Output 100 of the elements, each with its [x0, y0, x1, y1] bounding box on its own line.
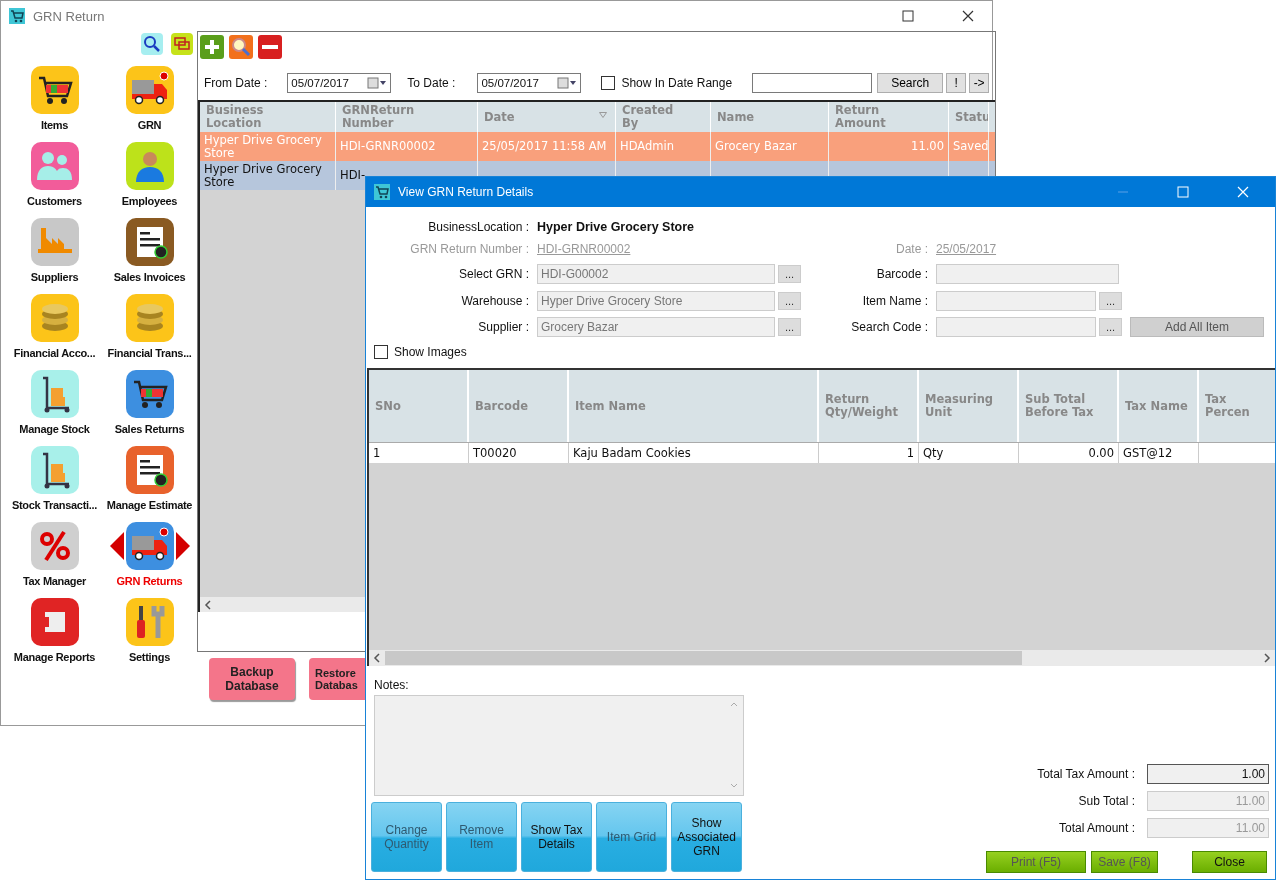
table-cell: 1: [906, 446, 914, 460]
total-label: Total Tax Amount :: [1037, 767, 1135, 781]
field-label: Barcode :: [875, 267, 929, 281]
document-icon[interactable]: [125, 218, 174, 266]
total-label: Sub Total :: [1078, 794, 1135, 808]
exclaim-button[interactable]: !: [946, 73, 967, 93]
select-grn-field[interactable]: HDI-G00002: [537, 264, 775, 284]
nav-label[interactable]: Manage Estimate: [106, 499, 193, 511]
from-date-label: From Date :: [204, 76, 268, 90]
trolley-icon[interactable]: [30, 370, 79, 418]
document-icon[interactable]: [125, 446, 174, 494]
table-cell-text: Hyper Drive Grocery Store: [204, 162, 323, 189]
nav-label[interactable]: Employees: [121, 195, 178, 207]
tools-icon[interactable]: [125, 598, 174, 646]
cart-icon: [9, 8, 25, 24]
people-icon[interactable]: [30, 142, 79, 190]
scroll-icon[interactable]: [30, 598, 79, 646]
browse-button[interactable]: ...: [778, 265, 801, 283]
table-cell: Saved: [953, 140, 988, 153]
table-cell: 0.00: [1088, 446, 1114, 460]
to-date-label: To Date :: [407, 76, 456, 90]
backup-database-button[interactable]: Backup Database: [209, 658, 295, 700]
field-label: Select GRN :: [457, 267, 530, 281]
search-button[interactable]: Search: [877, 73, 944, 93]
table-cell: Qty: [923, 446, 944, 460]
table-cell: 1: [373, 446, 381, 460]
table-cell: HDAdmin: [620, 140, 674, 153]
cart-icon[interactable]: [125, 370, 174, 418]
cart-icon: [374, 184, 390, 200]
calendar-icon[interactable]: [367, 77, 388, 89]
action-button[interactable]: Show Associated GRN: [671, 802, 742, 872]
search-field[interactable]: [752, 73, 873, 93]
table-cell: 25/05/2017 11:58 AM: [482, 140, 607, 153]
nav-label[interactable]: Manage Stock: [19, 423, 90, 435]
percent-icon[interactable]: [30, 522, 79, 570]
supplier-field[interactable]: Grocery Bazar: [537, 317, 775, 337]
search-icon[interactable]: [141, 33, 163, 55]
add-icon[interactable]: [200, 35, 224, 59]
browse-button[interactable]: ...: [1099, 292, 1122, 310]
to-date-field[interactable]: 05/07/2017: [477, 73, 582, 93]
nav-label[interactable]: Financial Acco...: [13, 347, 96, 359]
close-icon[interactable]: [962, 10, 974, 22]
truck-icon[interactable]: [125, 522, 174, 570]
field-label: Item Name :: [861, 294, 929, 308]
nav-label[interactable]: Customers: [27, 195, 82, 207]
browse-button[interactable]: ...: [778, 318, 801, 336]
nav-label[interactable]: GRN Returns: [116, 575, 183, 587]
browse-button[interactable]: ...: [1099, 318, 1122, 336]
field-label: Search Code :: [850, 320, 929, 334]
warehouse-field[interactable]: Hyper Drive Grocery Store: [537, 291, 775, 311]
remove-icon[interactable]: [258, 35, 282, 59]
nav-label[interactable]: Items: [40, 119, 69, 131]
scrollbar-thumb[interactable]: [385, 651, 1022, 665]
search-icon[interactable]: [229, 35, 253, 59]
item-name-field[interactable]: [936, 291, 1096, 311]
footer-button[interactable]: Close: [1192, 851, 1267, 873]
maximize-icon[interactable]: [902, 10, 914, 22]
table-cell: HDI-: [340, 169, 366, 182]
table-cell: T00020: [473, 446, 517, 460]
coins-icon[interactable]: [30, 294, 79, 342]
windows-icon[interactable]: [171, 33, 193, 55]
nav-label[interactable]: Financial Trans...: [107, 347, 192, 359]
field-label: Warehouse :: [460, 294, 530, 308]
nav-label[interactable]: Sales Returns: [114, 423, 185, 435]
scroll-arrows-icon: [729, 700, 739, 790]
nav-label[interactable]: Manage Reports: [13, 651, 96, 663]
next-button[interactable]: ->: [969, 73, 990, 93]
trolley-icon[interactable]: [30, 446, 79, 494]
table-cell-text: Hyper Drive Grocery Store: [204, 133, 323, 160]
table-cell: 11.00: [911, 140, 944, 153]
from-date-field[interactable]: 05/07/2017: [287, 73, 392, 93]
nav-label[interactable]: Suppliers: [30, 271, 79, 283]
nav-label[interactable]: GRN: [137, 119, 162, 131]
cart-icon[interactable]: [30, 66, 79, 114]
nav-label[interactable]: Sales Invoices: [113, 271, 186, 283]
truck-icon[interactable]: [125, 66, 174, 114]
left-arrow-icon: [109, 532, 124, 560]
table-cell: Grocery Bazar: [715, 140, 797, 153]
notes-field[interactable]: [374, 695, 744, 796]
nav-label[interactable]: Tax Manager: [22, 575, 87, 587]
nav-label[interactable]: Settings: [129, 651, 170, 663]
search-code-field[interactable]: [936, 317, 1096, 337]
total-label: Total Amount :: [1058, 821, 1135, 835]
date-range-label: Show In Date Range: [621, 76, 733, 90]
barcode-field[interactable]: [936, 264, 1119, 284]
right-arrow-icon: [175, 532, 190, 560]
calendar-icon[interactable]: [557, 77, 578, 89]
table-cell: HDI-GRNR00002: [340, 140, 436, 153]
total-field: 1.00: [1147, 764, 1269, 784]
action-button[interactable]: Show Tax Details: [521, 802, 592, 872]
total-field: 11.00: [1147, 791, 1269, 811]
nav-label[interactable]: Stock Transacti...: [11, 499, 98, 511]
browse-button[interactable]: ...: [778, 292, 801, 310]
coins-icon[interactable]: [125, 294, 174, 342]
person-icon[interactable]: [125, 142, 174, 190]
show-images-label: Show Images: [394, 345, 467, 359]
business-location-value: Hyper Drive Grocery Store: [537, 220, 695, 234]
date-range-checkbox[interactable]: [601, 76, 616, 90]
show-images-checkbox[interactable]: [374, 345, 388, 359]
total-field: 11.00: [1147, 818, 1269, 838]
